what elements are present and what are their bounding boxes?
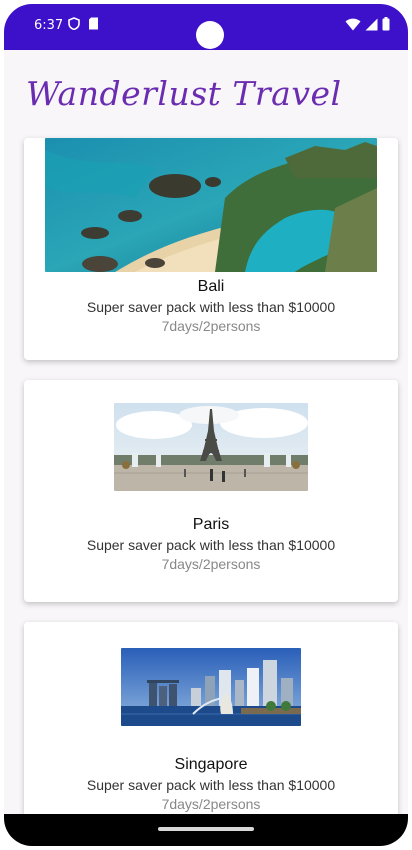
destination-image-bali <box>45 138 377 272</box>
destination-image-paris <box>114 403 308 491</box>
package-card-paris[interactable]: Paris Super saver pack with less than $1… <box>24 380 398 602</box>
card-duration: 7days/2persons <box>161 556 261 572</box>
shield-icon <box>68 17 80 30</box>
card-duration: 7days/2persons <box>161 796 261 812</box>
wifi-icon <box>345 18 361 30</box>
status-time: 6:37 <box>34 18 64 33</box>
device-frame: 6:37 Wanderlust Travel Bali Super saver … <box>4 4 408 846</box>
signal-icon <box>365 18 378 30</box>
card-duration: 7days/2persons <box>161 318 261 334</box>
app-title: Wanderlust Travel <box>26 74 342 113</box>
package-list[interactable]: Bali Super saver pack with less than $10… <box>4 132 408 814</box>
home-gesture-handle[interactable] <box>158 827 254 831</box>
front-camera <box>196 21 224 49</box>
card-title: Singapore <box>174 756 248 773</box>
package-card-bali[interactable]: Bali Super saver pack with less than $10… <box>24 138 398 360</box>
card-description: Super saver pack with less than $10000 <box>86 299 336 315</box>
destination-image-singapore <box>121 648 301 726</box>
status-bar: 6:37 <box>4 4 408 50</box>
card-description: Super saver pack with less than $10000 <box>86 537 336 553</box>
navigation-bar <box>4 814 408 846</box>
sd-card-icon <box>89 17 98 30</box>
card-description: Super saver pack with less than $10000 <box>86 777 336 793</box>
package-card-singapore[interactable]: Singapore Super saver pack with less tha… <box>24 622 398 814</box>
card-title: Bali <box>197 278 225 295</box>
battery-icon <box>382 17 390 31</box>
card-title: Paris <box>192 516 230 533</box>
